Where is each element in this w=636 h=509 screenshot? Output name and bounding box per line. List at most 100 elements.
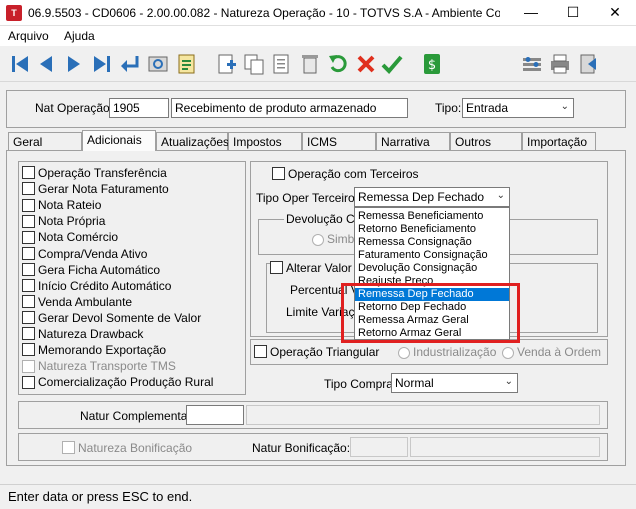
settings-icon[interactable]: [520, 52, 544, 76]
left-option-checkbox[interactable]: Operação Transferência: [22, 165, 167, 181]
tipo-label: Tipo:: [435, 101, 462, 115]
operacao-triangular-checkbox[interactable]: Operação Triangular: [254, 344, 379, 360]
checkbox-box: [22, 262, 35, 276]
left-option-label: Venda Ambulante: [38, 294, 133, 309]
print-icon[interactable]: [548, 52, 572, 76]
menu-ajuda[interactable]: Ajuda: [64, 29, 95, 43]
checkbox-box: [22, 359, 35, 373]
left-option-checkbox[interactable]: Venda Ambulante: [22, 294, 132, 310]
currency-icon[interactable]: $: [420, 52, 444, 76]
go-to-icon[interactable]: [118, 52, 142, 76]
operacao-terceiros-label: Operação com Terceiros: [288, 166, 419, 181]
industrializacao-radio[interactable]: Industrialização: [398, 345, 496, 359]
previous-record-icon[interactable]: [34, 52, 58, 76]
tab-atualizacoes[interactable]: Atualizações: [156, 132, 229, 150]
dropdown-option[interactable]: Remessa Beneficiamento: [355, 210, 509, 223]
natur-complementar-label: Natur Complementar:: [80, 409, 195, 423]
left-option-checkbox[interactable]: Gera Ficha Automático: [22, 262, 160, 278]
left-option-checkbox[interactable]: Nota Rateio: [22, 197, 101, 213]
dropdown-option[interactable]: Devolução Consignação: [355, 262, 509, 275]
delete-icon[interactable]: [298, 52, 322, 76]
venda-ordem-radio[interactable]: Venda à Ordem: [502, 345, 601, 359]
radio-circle: [312, 233, 324, 246]
left-option-label: Compra/Venda Ativo: [38, 246, 148, 261]
tab-impostos[interactable]: Impostos: [228, 132, 302, 150]
status-bar: Enter data or press ESC to end.: [0, 484, 636, 509]
industrializacao-label: Industrialização: [413, 345, 497, 359]
exit-icon[interactable]: [576, 52, 600, 76]
chevron-down-icon: ⌄: [496, 190, 505, 201]
search-icon[interactable]: [146, 52, 170, 76]
nat-operacao-desc-field[interactable]: Recebimento de produto armazenado: [171, 98, 408, 118]
maximize-button[interactable]: ☐: [552, 0, 594, 26]
alterar-valor-checkbox[interactable]: Alterar Valor I: [270, 260, 359, 276]
dropdown-option[interactable]: Faturamento Consignação: [355, 249, 509, 262]
operacao-terceiros-checkbox[interactable]: Operação com Terceiros: [272, 166, 419, 182]
dropdown-option[interactable]: Remessa Consignação: [355, 236, 509, 249]
window-title: 06.9.5503 - CD0606 - 2.00.00.082 - Natur…: [28, 6, 500, 20]
tab-narrativa[interactable]: Narrativa: [376, 132, 450, 150]
report-icon[interactable]: [174, 52, 198, 76]
tab-adicionais[interactable]: Adicionais: [82, 130, 156, 151]
title-bar: T 06.9.5503 - CD0606 - 2.00.00.082 - Nat…: [0, 0, 636, 26]
tab-geral[interactable]: Geral: [8, 132, 82, 150]
last-record-icon[interactable]: [90, 52, 114, 76]
left-option-label: Natureza Transporte TMS: [38, 359, 176, 374]
left-option-label: Operação Transferência: [38, 165, 167, 180]
tab-outros[interactable]: Outros: [450, 132, 522, 150]
tipo-compra-select[interactable]: Normal ⌄: [391, 373, 518, 393]
tipo-select[interactable]: Entrada ⌄: [462, 98, 574, 118]
undo-icon[interactable]: [326, 52, 350, 76]
left-option-checkbox[interactable]: Natureza Transporte TMS: [22, 358, 176, 374]
left-option-checkbox[interactable]: Nota Própria: [22, 213, 105, 229]
checkbox-box: [254, 345, 267, 359]
checkbox-box: [272, 167, 285, 181]
left-option-checkbox[interactable]: Gerar Nota Faturamento: [22, 181, 169, 197]
left-option-checkbox[interactable]: Gerar Devol Somente de Valor: [22, 310, 201, 326]
left-option-label: Natureza Drawback: [38, 326, 144, 341]
chevron-down-icon: ⌄: [560, 101, 569, 112]
minimize-button[interactable]: —: [510, 0, 552, 26]
tipo-oper-terceiros-label: Tipo Oper Terceiros:: [256, 191, 365, 205]
checkbox-box: [22, 327, 35, 341]
checkbox-box: [22, 311, 35, 325]
left-option-label: Gerar Devol Somente de Valor: [38, 310, 202, 325]
left-option-checkbox[interactable]: Memorando Exportação: [22, 342, 166, 358]
operacao-triangular-label: Operação Triangular: [270, 344, 380, 359]
tab-importacao[interactable]: Importação: [522, 132, 596, 150]
checkbox-box: [22, 198, 35, 212]
header-panel: Nat Operação: 1905 Recebimento de produt…: [6, 90, 626, 128]
left-option-checkbox[interactable]: Início Crédito Automático: [22, 278, 171, 294]
close-button[interactable]: ✕: [594, 0, 636, 26]
svg-text:$: $: [428, 58, 436, 73]
tab-icms[interactable]: ICMS: [302, 132, 376, 150]
first-record-icon[interactable]: [8, 52, 32, 76]
nat-operacao-label: Nat Operação:: [35, 101, 114, 115]
left-option-checkbox[interactable]: Natureza Drawback: [22, 326, 143, 342]
left-option-checkbox[interactable]: Compra/Venda Ativo: [22, 246, 147, 262]
tipo-oper-terceiros-select[interactable]: Remessa Dep Fechado ⌄: [354, 187, 510, 207]
edit-icon[interactable]: [270, 52, 294, 76]
venda-ordem-label: Venda à Ordem: [517, 345, 602, 359]
nat-operacao-code-field[interactable]: 1905: [109, 98, 169, 118]
checkbox-box: [22, 214, 35, 228]
app-icon: T: [6, 5, 22, 21]
copy-icon[interactable]: [242, 52, 266, 76]
cancel-icon[interactable]: [354, 52, 378, 76]
natur-complementar-code-field[interactable]: [186, 405, 244, 425]
menu-arquivo[interactable]: Arquivo: [8, 29, 49, 43]
tipo-oper-terceiros-value: Remessa Dep Fechado: [358, 190, 485, 204]
left-option-checkbox[interactable]: Comercialização Produção Rural: [22, 374, 213, 390]
new-record-icon[interactable]: [214, 52, 238, 76]
left-option-checkbox[interactable]: Nota Comércio: [22, 229, 118, 245]
checkbox-box: [22, 166, 35, 180]
radio-circle: [502, 346, 514, 359]
confirm-icon[interactable]: [380, 52, 404, 76]
checkbox-box: [22, 343, 35, 357]
chevron-down-icon: ⌄: [504, 376, 513, 387]
left-option-label: Gerar Nota Faturamento: [38, 181, 169, 196]
natur-complementar-desc-field: [246, 405, 600, 425]
natureza-bonificacao-checkbox[interactable]: Natureza Bonificação: [62, 440, 192, 456]
next-record-icon[interactable]: [62, 52, 86, 76]
dropdown-option[interactable]: Retorno Beneficiamento: [355, 223, 509, 236]
